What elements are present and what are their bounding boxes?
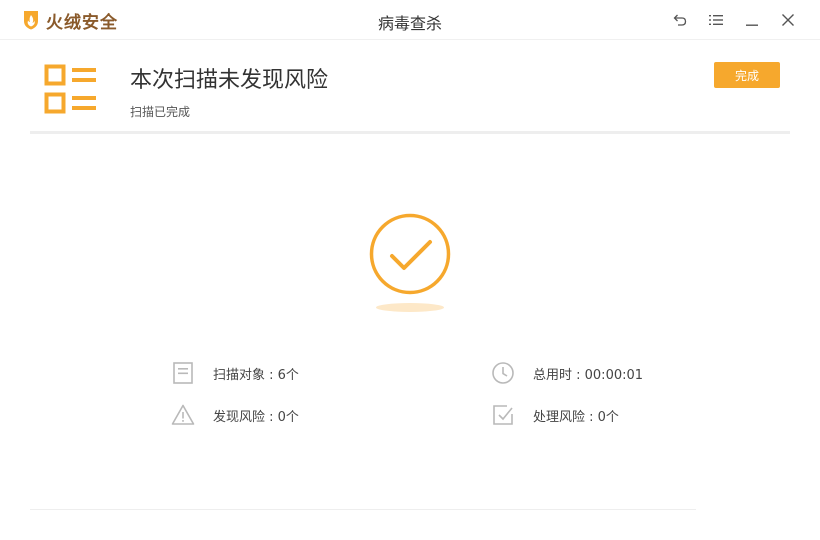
scan-report-icon [44,64,96,114]
stat-scanned-objects: 扫描对象 : 6个 [171,361,299,385]
menu-button[interactable] [698,8,734,32]
document-icon [173,362,193,384]
warning-icon [171,404,195,425]
check-circle-icon [369,213,451,295]
footer-divider [30,509,696,510]
header-divider [30,131,790,134]
back-button[interactable] [662,8,698,32]
scan-status-text: 扫描已完成 [130,105,191,119]
minimize-button[interactable] [734,8,770,32]
close-icon [782,14,794,26]
close-button[interactable] [770,8,806,32]
check-shadow [376,303,444,312]
page-title: 本次扫描未发现风险 [130,68,329,93]
stat-total-time: 总用时 : 00:00:01 [491,361,643,385]
clock-icon [492,362,514,384]
stat-found-risks: 发现风险 : 0个 [171,403,299,427]
done-button[interactable]: 完成 [714,62,780,88]
menu-icon [709,15,723,25]
total-time-text: 总用时 : 00:00:01 [533,367,644,383]
found-risks-text: 发现风险 : 0个 [213,409,299,425]
title-bar: 火绒安全 病毒查杀 [0,0,820,40]
scanned-objects-text: 扫描对象 : 6个 [213,367,299,383]
back-arrow-icon [673,14,687,26]
handled-risks-text: 处理风险 : 0个 [533,409,619,425]
window-controls [662,8,806,32]
stat-handled-risks: 处理风险 : 0个 [491,403,619,427]
checkbox-icon [493,405,513,425]
minimize-icon [746,24,758,26]
